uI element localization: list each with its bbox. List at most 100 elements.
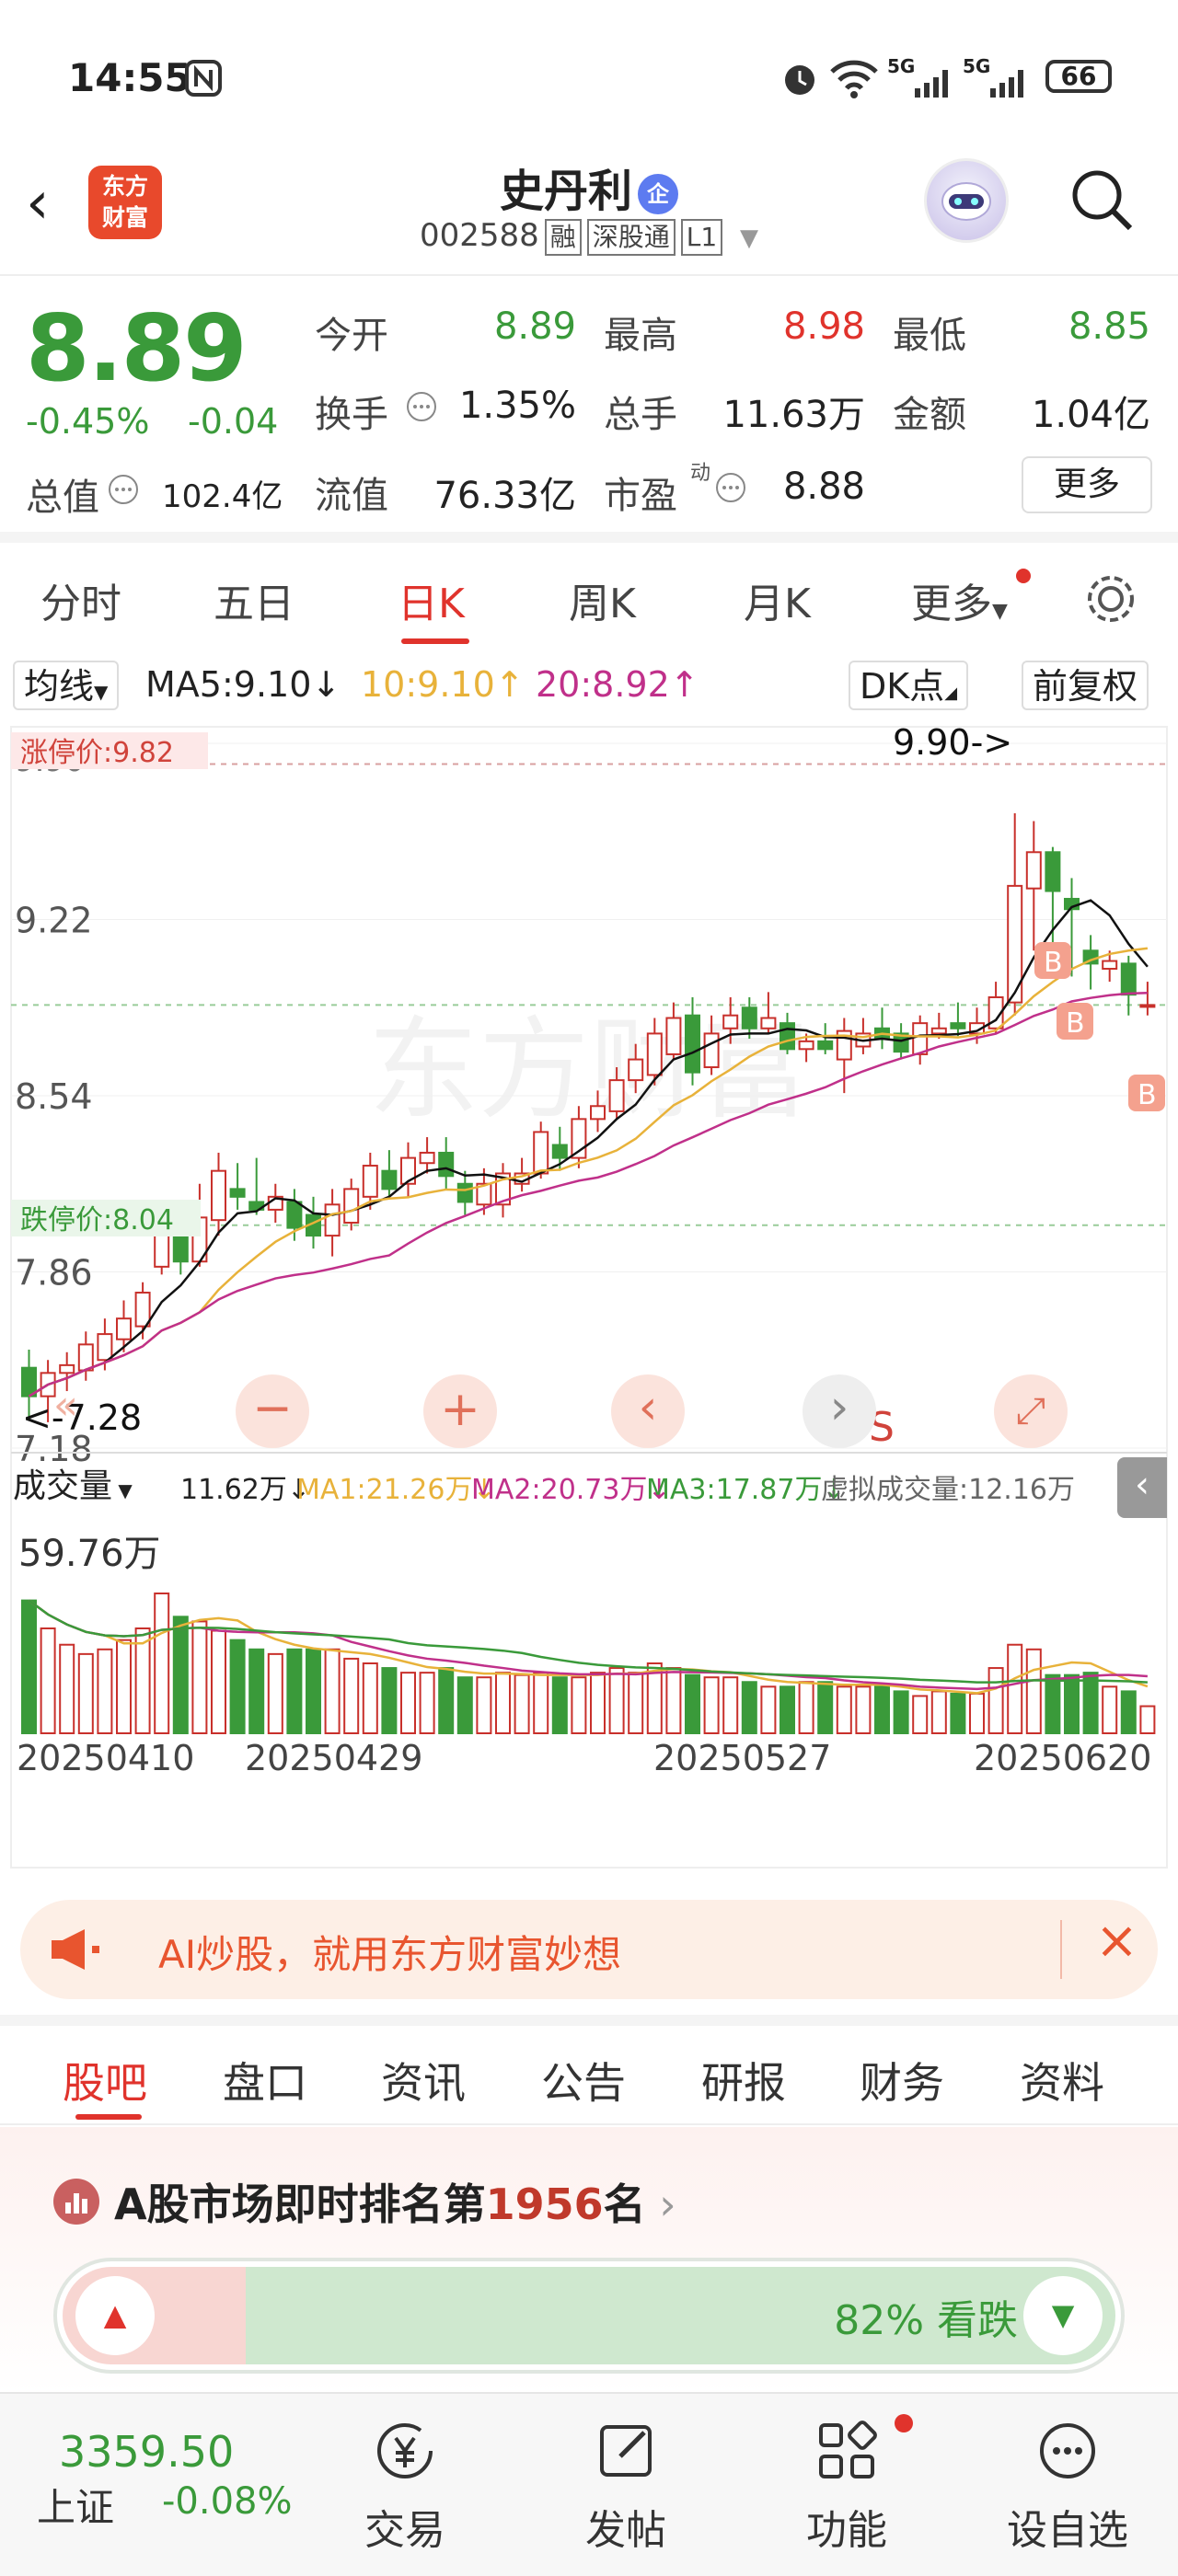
volume-label: 总手	[604, 394, 677, 436]
volume-bar	[950, 1692, 966, 1735]
ai-ad-banner[interactable]: AI炒股，就用东方财富妙想 ×	[20, 1900, 1158, 1999]
bear-percent: 82% 看跌	[834, 2297, 1018, 2344]
turnover-value: 1.35%	[458, 385, 576, 427]
stock-header: ‹ 东方 财富 史丹利企 002588 融深股通 L1 ▼	[0, 147, 1178, 276]
rewind-icon[interactable]: «	[53, 1382, 78, 1429]
kline-chart-area[interactable]: 均线▼ MA5:9.10↓ 10:9.10↑ 20:8.92↑ DK点◢ 前复权…	[0, 650, 1178, 1882]
buy-marker: B	[1057, 1003, 1093, 1040]
enterprise-badge-icon: 企	[638, 174, 678, 214]
nav-functions[interactable]: 功能	[764, 2497, 930, 2556]
info-dots-icon[interactable]	[714, 471, 747, 504]
status-bar: 14:55 5G 5G 66	[0, 0, 1178, 147]
tab-guba[interactable]: 股吧	[63, 2050, 147, 2110]
candle	[419, 1151, 435, 1165]
volume-bar	[172, 1616, 189, 1734]
high-note: 9.90->	[893, 722, 1012, 763]
candle	[1120, 962, 1137, 996]
ma10-readout: 10:9.10↑	[361, 664, 525, 705]
divider	[11, 1452, 1167, 1454]
volume-bar	[930, 1690, 947, 1735]
tab-five-day[interactable]: 五日	[214, 570, 294, 629]
content-tabs: 股吧 盘口 资讯 公告 研报 财务 资料	[0, 2015, 1178, 2125]
adjust-select[interactable]: 前复权	[1022, 661, 1149, 710]
tab-weekly-k[interactable]: 周K	[569, 570, 636, 629]
scroll-left-button[interactable]: ‹	[611, 1374, 685, 1448]
candle	[381, 1169, 398, 1190]
margin-tag: 融	[544, 219, 582, 256]
volume-bar	[381, 1667, 398, 1734]
index-name: 上证	[37, 2485, 115, 2530]
candle	[456, 1182, 473, 1203]
tab-announcements[interactable]: 公告	[541, 2050, 626, 2110]
volume-bar	[476, 1676, 492, 1734]
candle	[134, 1292, 151, 1328]
nfc-icon	[185, 60, 222, 97]
volume-bar	[286, 1648, 303, 1734]
connect-tag: 深股通	[586, 219, 676, 256]
settings-gear-icon[interactable]	[1082, 570, 1139, 627]
trade-yen-icon[interactable]	[368, 2414, 442, 2488]
tab-pankou[interactable]: 盘口	[223, 2050, 307, 2110]
indicator-select[interactable]: 均线▼	[13, 661, 120, 710]
scroll-right-button[interactable]: ›	[803, 1374, 876, 1448]
candle	[1025, 851, 1042, 890]
volume-bar	[703, 1676, 720, 1734]
limit-up-label: 涨停价:9.82	[20, 737, 174, 769]
volume-bar	[590, 1672, 606, 1734]
nav-add-watchlist[interactable]: 设自选	[985, 2497, 1150, 2556]
dropdown-icon: ▼	[740, 224, 759, 252]
candle	[930, 1027, 947, 1035]
candle	[665, 1017, 682, 1055]
volume-select[interactable]: 成交量 ▼	[13, 1459, 133, 1507]
tab-finance[interactable]: 财务	[860, 2050, 944, 2110]
rank-text[interactable]: A股市场即时排名第1956名 ›	[114, 2171, 676, 2232]
bear-vote-button[interactable]: ▼	[1023, 2276, 1103, 2355]
volume-bar	[211, 1629, 226, 1734]
candle	[703, 1032, 720, 1069]
compose-icon[interactable]	[589, 2414, 663, 2488]
more-circle-icon[interactable]	[1031, 2414, 1104, 2488]
tab-research[interactable]: 研报	[701, 2050, 786, 2110]
volume-bar	[741, 1681, 757, 1735]
zoom-in-button[interactable]: +	[423, 1374, 497, 1448]
nav-trade[interactable]: 交易	[322, 2497, 488, 2556]
collapse-panel-button[interactable]: ‹	[1117, 1457, 1167, 1518]
bull-vote-button[interactable]: ▲	[75, 2276, 155, 2355]
amount-value: 1.04亿	[1031, 394, 1150, 436]
index-value[interactable]: 3359.50	[59, 2427, 234, 2477]
tab-monthly-k[interactable]: 月K	[744, 570, 811, 629]
bottom-nav: 3359.50 上证 -0.08% 交易 发帖 功能 设自选	[0, 2392, 1178, 2576]
info-dots-icon[interactable]	[107, 473, 140, 506]
candle	[324, 1203, 341, 1237]
high-label: 最高	[604, 315, 677, 357]
mktcap-value: 102.4亿	[162, 478, 283, 515]
date-ticks: 20250410 20250429 20250527 20250620	[17, 1738, 1151, 1778]
buy-marker: B	[1128, 1075, 1165, 1111]
tab-daily-k[interactable]: 日K	[398, 570, 465, 629]
dk-point-select[interactable]: DK点◢	[849, 661, 969, 710]
fullscreen-icon[interactable]: ⤢	[994, 1374, 1068, 1448]
nav-post[interactable]: 发帖	[543, 2497, 709, 2556]
more-quote-button[interactable]: 更多	[1022, 456, 1152, 513]
tab-intraday[interactable]: 分时	[40, 570, 121, 629]
info-dots-icon[interactable]	[405, 390, 438, 423]
volume-bar	[1025, 1648, 1042, 1734]
grid-apps-icon[interactable]	[810, 2414, 884, 2488]
volume-bar	[97, 1648, 113, 1734]
search-icon[interactable]	[1068, 166, 1134, 232]
pe-superscript: 动	[690, 462, 711, 485]
svg-text:B: B	[1138, 1079, 1157, 1111]
volume-bar	[798, 1681, 814, 1735]
volume-bar	[1082, 1672, 1099, 1734]
candle	[1102, 960, 1118, 971]
zoom-out-button[interactable]: −	[236, 1374, 309, 1448]
tab-profile[interactable]: 资料	[1020, 2050, 1104, 2110]
volume-bar	[608, 1667, 625, 1734]
tab-more[interactable]: 更多▼	[911, 570, 1008, 629]
float-value: 76.33亿	[433, 475, 576, 517]
tab-news[interactable]: 资讯	[381, 2050, 466, 2110]
assistant-avatar[interactable]	[924, 158, 1009, 243]
candle	[950, 1022, 966, 1029]
close-icon[interactable]: ×	[1095, 1911, 1138, 1971]
volume-bar	[780, 1685, 795, 1735]
